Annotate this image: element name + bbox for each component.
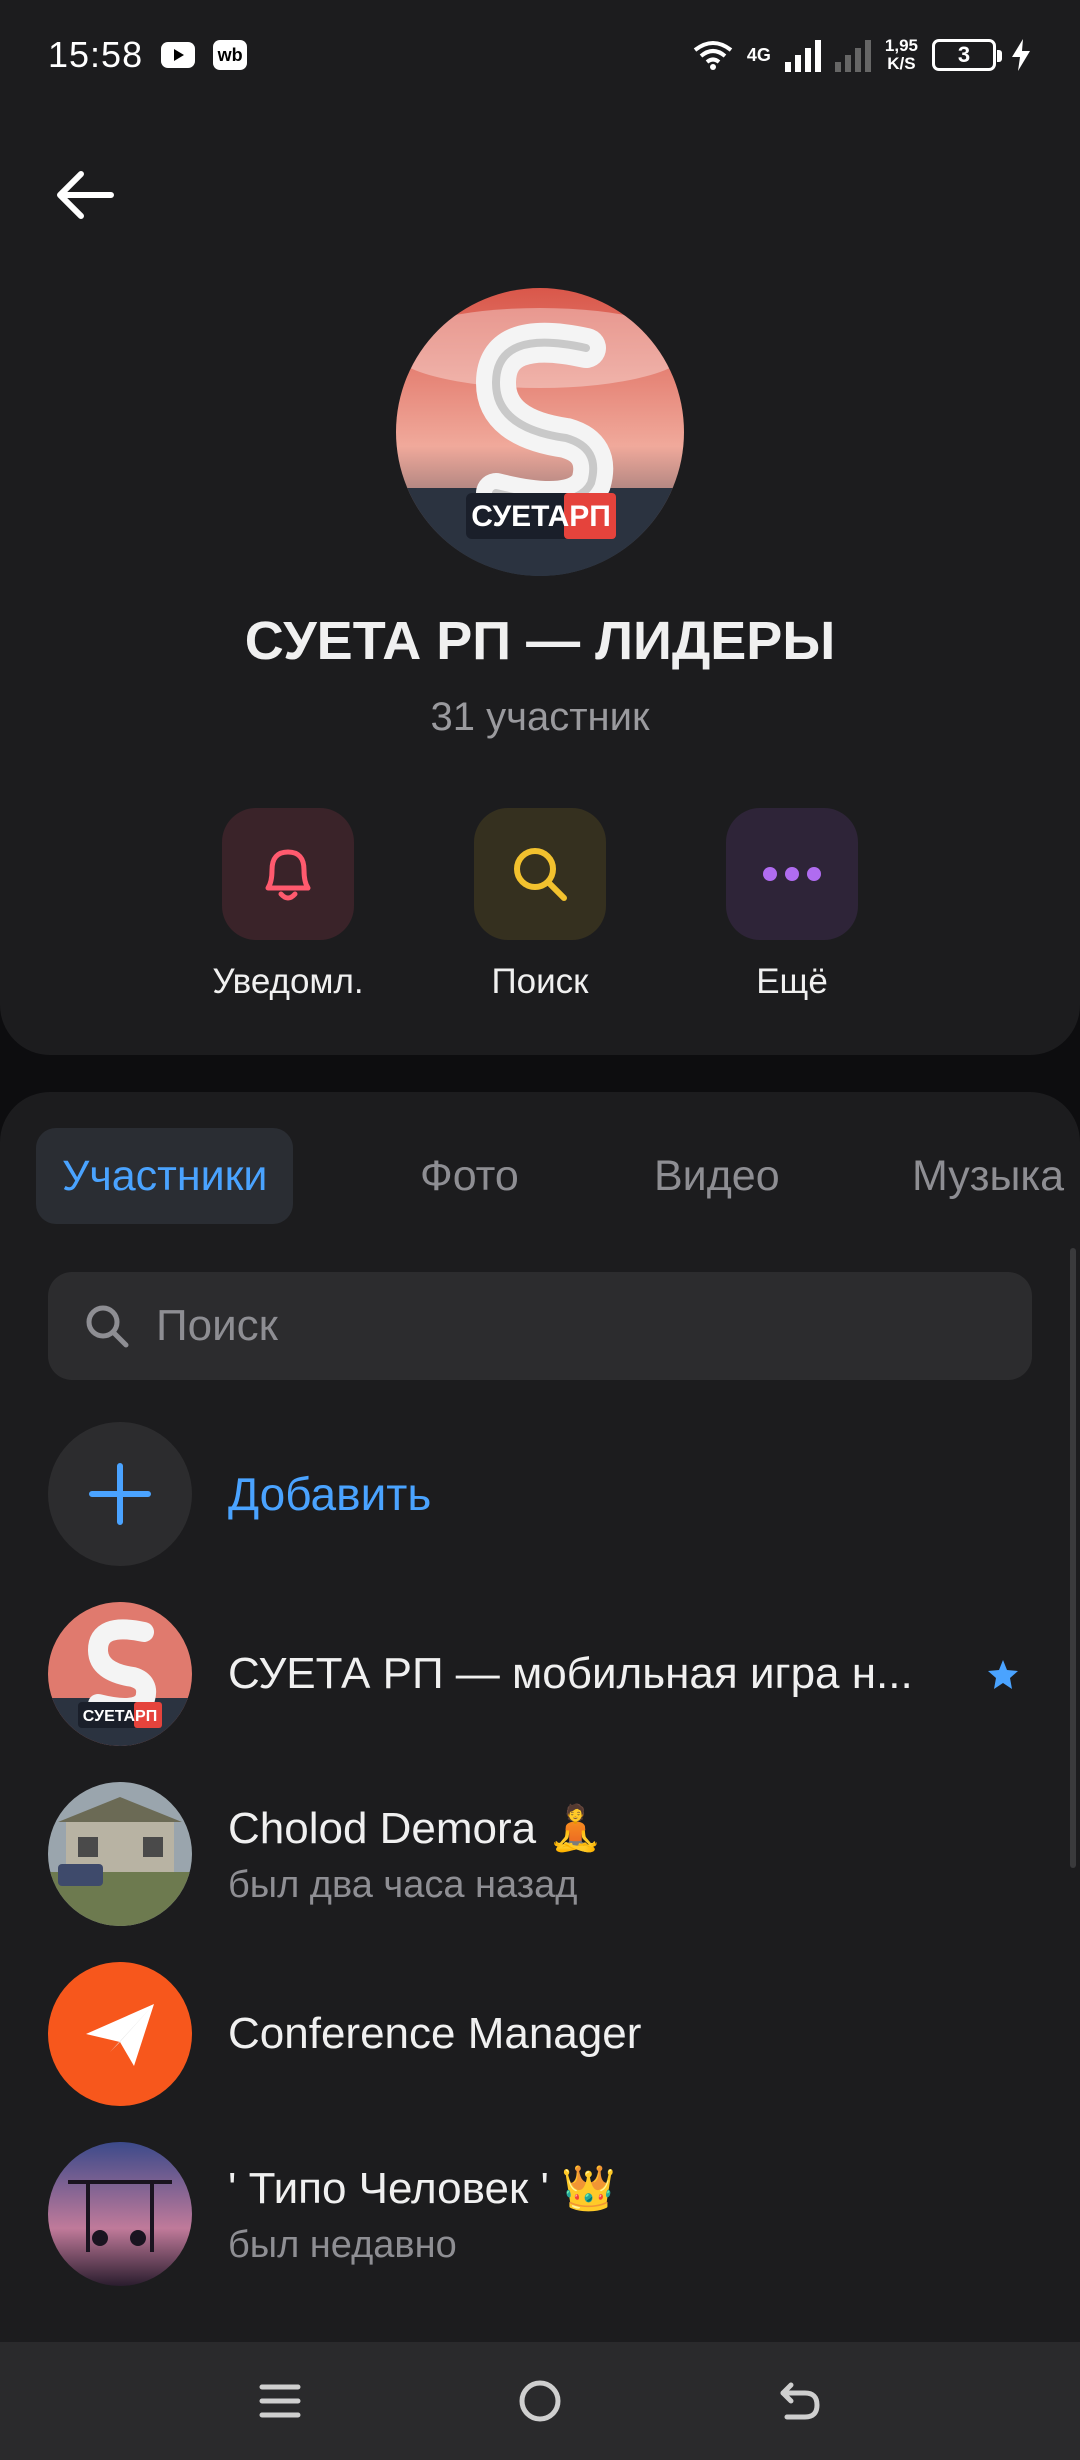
member-row[interactable]: ' Типо Человек ' 👑 был недавно [0,2126,1080,2286]
menu-icon [259,2384,301,2418]
back-arrow-icon [780,2382,820,2420]
add-member-button[interactable]: Добавить [0,1406,1080,1566]
member-name: Conference Manager [228,2009,642,2058]
member-row[interactable]: Cholod Demora 🧘 был два часа назад [0,1766,1080,1926]
network-speed: 1,95 K/S [885,37,918,73]
wifi-icon [693,41,733,70]
network-type: 4G [746,45,771,65]
more-button[interactable]: Ещё [672,808,912,1002]
status-time: 15:58 [48,34,144,75]
search-icon [86,1305,129,1348]
home-button[interactable] [495,2356,585,2446]
member-name: Cholod Demora 🧘 [228,1803,604,1853]
paper-plane-icon [86,2004,154,2066]
search-icon [514,848,567,901]
member-row[interactable]: СУЕТАРП СУЕТА РП — мобильная игра н... [0,1586,1080,1746]
more-dots-icon [763,867,821,881]
search-label: Поиск [491,962,589,1001]
members-search-input[interactable]: Поиск [48,1272,1032,1380]
menu-button[interactable] [235,2356,325,2446]
speed-unit: K/S [887,54,916,73]
plus-icon [89,1463,151,1525]
member-name: СУЕТА РП — мобильная игра н... [228,1649,913,1698]
avatar [48,1782,192,1926]
member-count: 31 участник [430,695,650,739]
media-tabs: Участники Фото Видео Музыка [0,1128,1080,1224]
more-label: Ещё [756,962,828,1001]
tab-music[interactable]: Музыка [886,1128,1080,1224]
status-bar: 15:58 wb 4G 1,95 K/S 3 [0,0,1080,110]
avatar-text: СУЕТАРП [471,500,611,533]
search-placeholder: Поиск [156,1301,278,1350]
bell-icon [265,849,311,901]
star-icon [988,1660,1018,1689]
notifications-button[interactable]: Уведомл. [168,808,408,1002]
members-card: Участники Фото Видео Музыка Поиск Добави… [0,1092,1080,2342]
avatar-text: СУЕТАРП [83,1708,157,1725]
charging-icon [1012,39,1030,71]
arrow-left-icon [57,171,114,219]
add-member-label: Добавить [228,1468,432,1520]
avatar [48,2142,192,2286]
avatar: СУЕТАРП [48,1602,192,1746]
wb-icon: wb [213,40,248,70]
notifications-label: Уведомл. [212,962,364,1001]
signal-icon [784,38,821,72]
tab-members[interactable]: Участники [36,1128,294,1224]
group-header-card: 15:58 wb 4G 1,95 K/S 3 СУЕТАРП СУЕТА РП … [0,0,1080,1055]
member-status: был два часа назад [228,1863,578,1906]
back-button[interactable] [40,150,130,240]
tab-video[interactable]: Видео [628,1128,806,1224]
signal-2-icon [834,38,871,72]
home-circle-icon [519,2380,561,2422]
member-status: был недавно [228,2223,457,2266]
member-row[interactable]: Conference Manager [0,1946,1080,2106]
add-avatar [48,1422,192,1566]
avatar [48,1962,192,2106]
back-nav-button[interactable] [755,2356,845,2446]
youtube-icon [161,42,196,68]
speed-value: 1,95 [884,36,918,55]
battery-icon: 3 [932,39,1002,71]
member-name: ' Типо Человек ' 👑 [228,2163,616,2213]
system-nav-bar [0,2342,1080,2460]
group-title: СУЕТА РП — ЛИДЕРЫ [244,611,836,671]
group-avatar[interactable]: СУЕТАРП [396,288,684,576]
tab-photo[interactable]: Фото [394,1128,545,1224]
search-button[interactable]: Поиск [420,808,660,1002]
